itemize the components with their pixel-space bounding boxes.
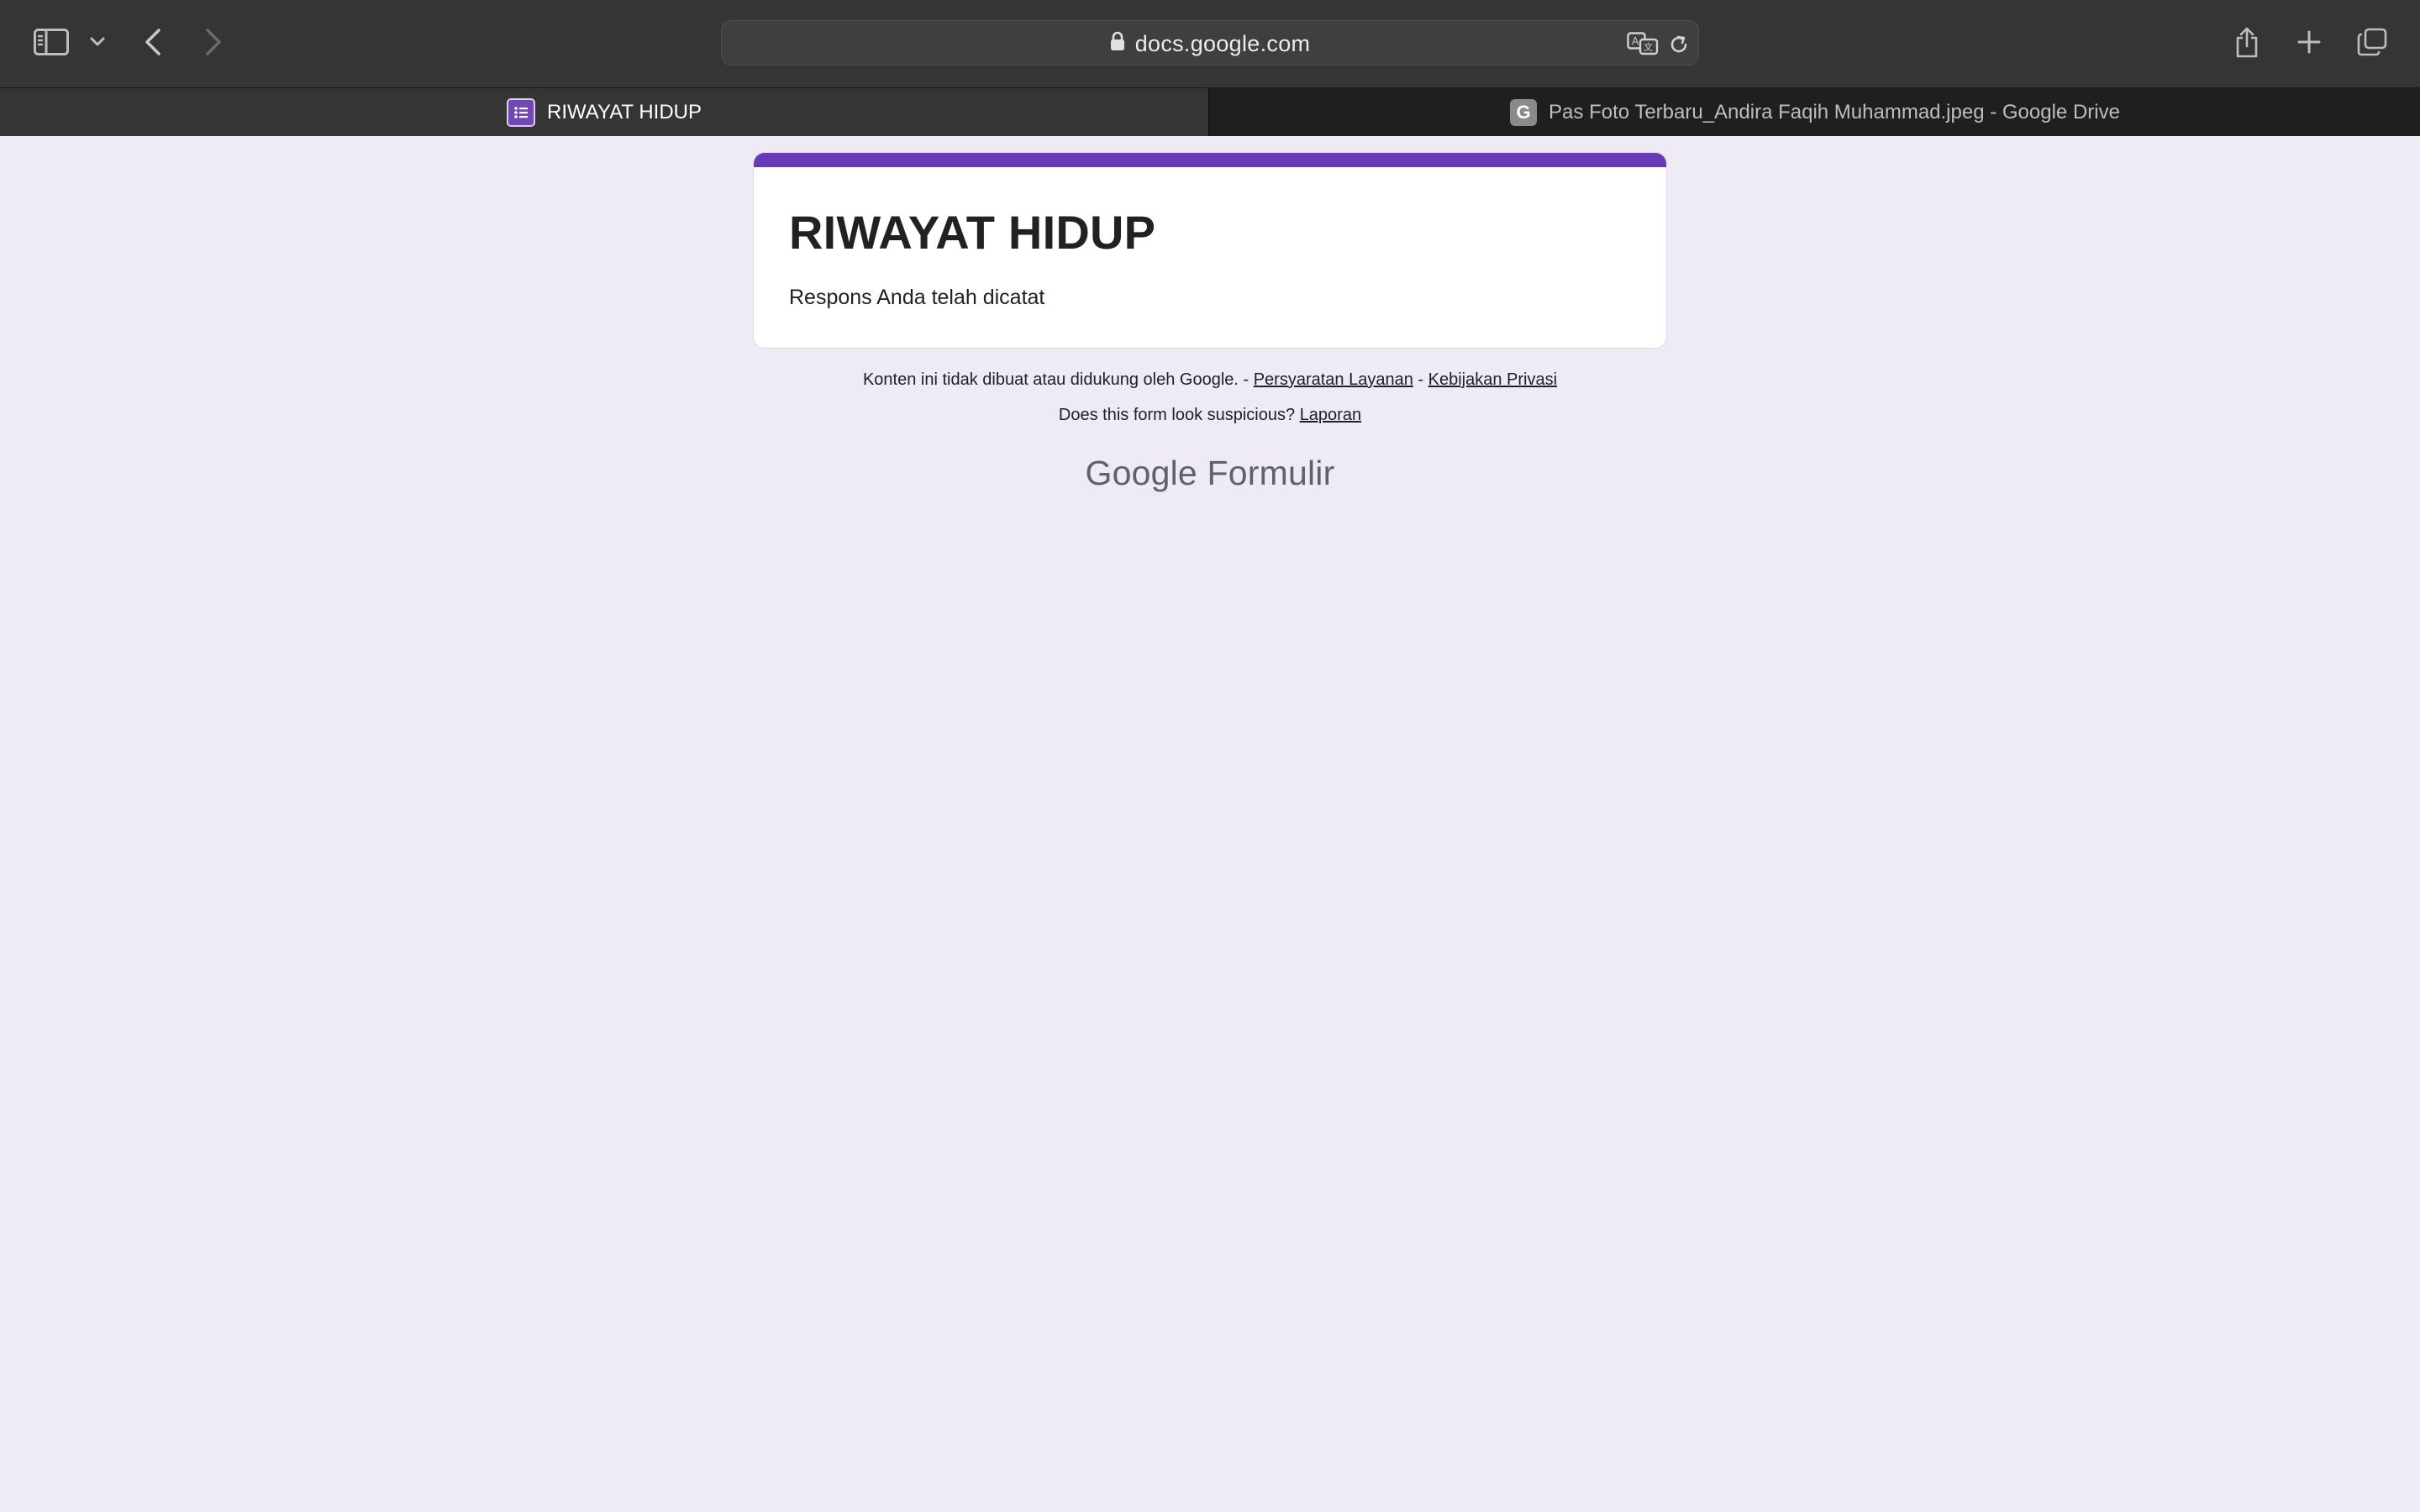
url-text: docs.google.com	[1134, 31, 1311, 56]
sidebar-toggle-icon[interactable]	[32, 25, 71, 59]
translate-icon[interactable]: A文	[1626, 31, 1660, 56]
form-title: RIWAYAT HIDUP	[789, 206, 1156, 259]
lock-icon	[1110, 21, 1125, 66]
back-icon[interactable]	[141, 25, 165, 59]
report-link[interactable]: Laporan	[1300, 406, 1361, 424]
tab-google-drive[interactable]: G Pas Foto Terbaru_Andira Faqih Muhammad…	[1210, 88, 2420, 136]
forward-icon[interactable]	[202, 25, 225, 59]
brand-product: Formulir	[1207, 454, 1335, 492]
tab-label: RIWAYAT HIDUP	[546, 100, 702, 123]
google-forms-icon	[506, 97, 535, 127]
tab-bar: RIWAYAT HIDUP G Pas Foto Terbaru_Andira …	[0, 87, 2420, 136]
browser-toolbar: docs.google.com A文	[0, 0, 2420, 87]
chevron-down-icon[interactable]	[87, 32, 108, 52]
footer-disclaimer: Konten ini tidak dibuat atau didukung ol…	[0, 370, 2420, 390]
terms-of-service-link[interactable]: Persyaratan Layanan	[1254, 370, 1413, 389]
confirmation-message: Respons Anda telah dicatat	[789, 286, 1045, 309]
suspicious-text: Does this form look suspicious?	[1058, 406, 1300, 424]
card-accent-bar	[754, 153, 1666, 167]
svg-text:A: A	[1632, 35, 1639, 47]
privacy-policy-link[interactable]: Kebijakan Privasi	[1428, 370, 1557, 389]
address-bar[interactable]: docs.google.com A文	[721, 20, 1699, 66]
svg-text:文: 文	[1644, 41, 1653, 53]
tab-riwayat-hidup[interactable]: RIWAYAT HIDUP	[0, 88, 1208, 136]
tab-label: Pas Foto Terbaru_Andira Faqih Muhammad.j…	[1549, 100, 2120, 123]
tab-overview-icon[interactable]	[2354, 25, 2390, 59]
google-drive-favicon-icon: G	[1510, 98, 1538, 126]
form-confirmation-card: RIWAYAT HIDUP Respons Anda telah dicatat	[753, 152, 1667, 349]
brand-google: Google	[1085, 454, 1197, 492]
new-tab-icon[interactable]	[2292, 25, 2326, 59]
disclaimer-text: Konten ini tidak dibuat atau didukung ol…	[862, 370, 1254, 389]
reload-icon[interactable]	[1666, 32, 1691, 57]
footer-report: Does this form look suspicious? Laporan	[0, 406, 2420, 425]
footer-separator: -	[1413, 370, 1428, 389]
share-icon[interactable]	[2230, 24, 2264, 60]
google-forms-logo[interactable]: Google Formulir	[0, 454, 2420, 493]
